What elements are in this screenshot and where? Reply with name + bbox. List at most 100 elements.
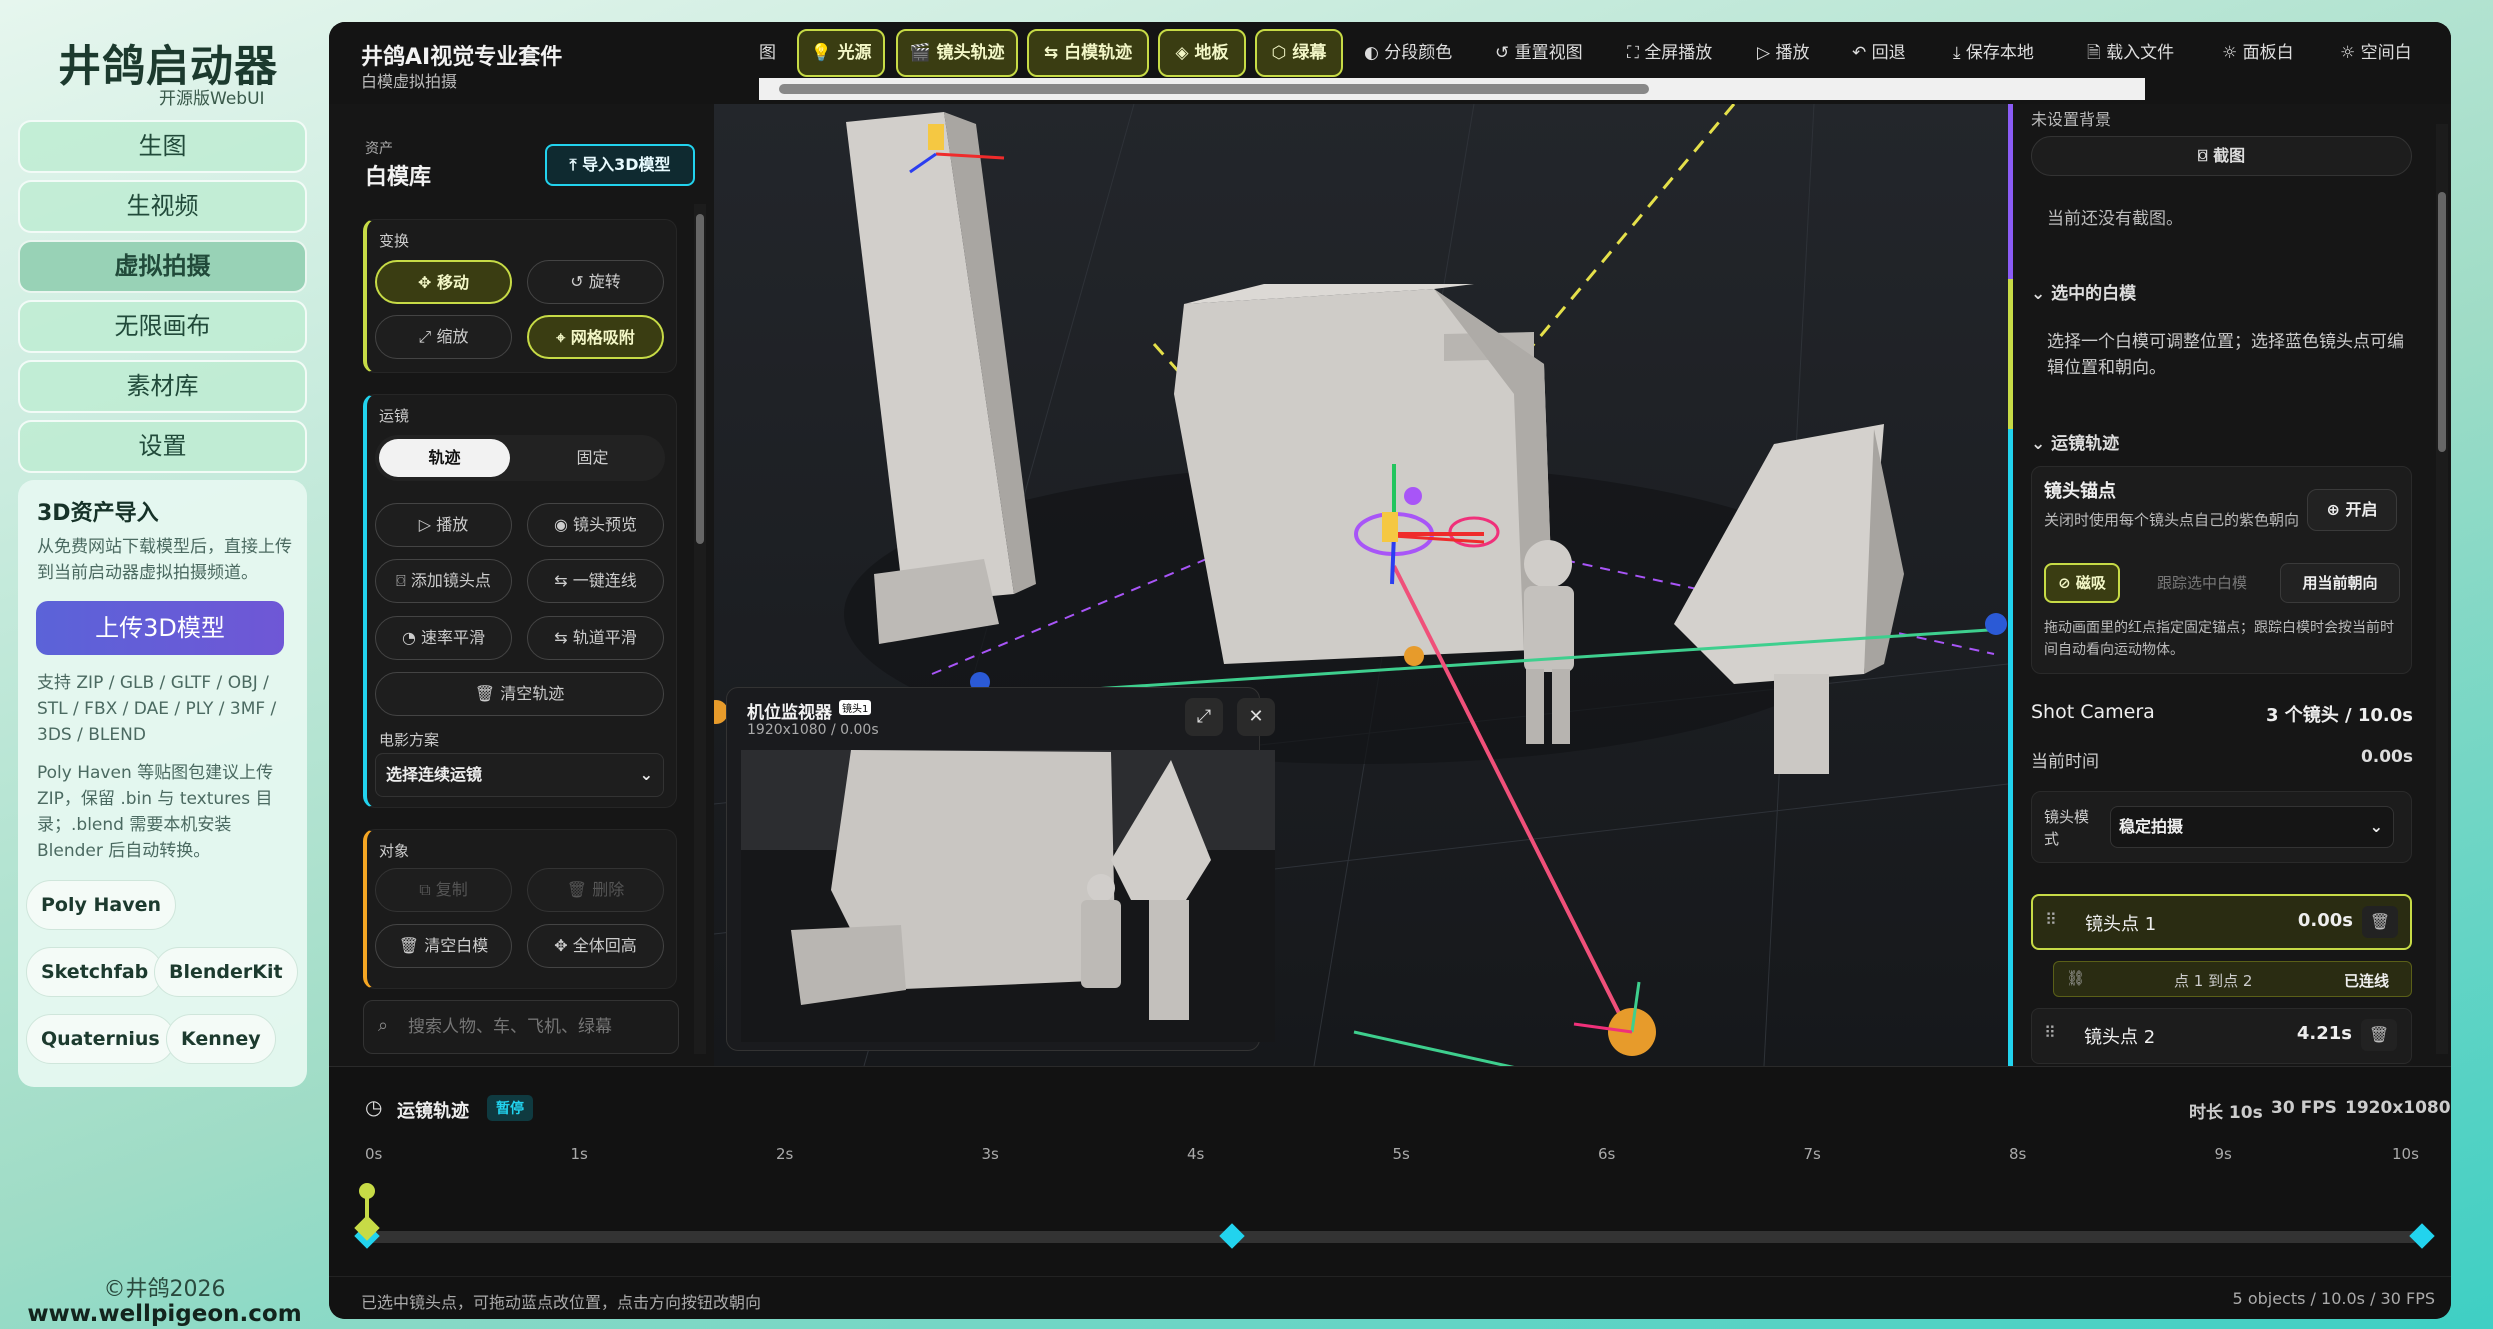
eye-icon: ◉ [553,515,574,534]
magnet-button[interactable]: ⊘ 磁吸 [2044,563,2120,603]
cube-icon: ⬡ [1271,43,1293,63]
film-plan-select[interactable]: 选择连续运镜 ⌄ [375,753,664,797]
move-button[interactable]: ✥ 移动 [375,260,512,304]
greenscreen-toggle[interactable]: ⬡ 绿幕 [1255,29,1343,77]
no-screenshots: 当前还没有截图。 [2047,209,2183,229]
save-local-button[interactable]: ⤓ 保存本地 [1953,30,2034,76]
nav-virtual-shoot[interactable]: 虚拟拍摄 [18,240,307,293]
load-file-button[interactable]: 🗎 载入文件 [2087,30,2174,76]
chip-blenderkit[interactable]: BlenderKit [154,947,298,997]
asset-import-card: 3D资产导入 从免费网站下载模型后，直接上传到当前启动器虚拟拍摄频道。 上传3D… [18,480,307,1087]
close-icon[interactable]: ✕ [1237,698,1275,736]
timeline-tick-label: 4s [1187,1145,1205,1163]
camera-monitor[interactable]: 机位监视器 1920x1080 / 0.00s 镜头1 ⤢ ✕ [726,687,1275,1051]
chip-quaternius[interactable]: Quaternius [26,1014,175,1064]
light-toggle[interactable]: 💡 光源 [797,29,885,77]
nav-generate-image[interactable]: 生图 [18,120,307,173]
left-scrollbar[interactable] [694,204,706,1054]
trash-icon[interactable]: 🗑 [2361,1019,2397,1051]
track-mode-option[interactable]: 轨迹 [379,439,510,477]
asset-import-title: 3D资产导入 [37,501,159,526]
cursor-icon: ⌖ [556,328,571,347]
drag-handle-icon[interactable]: ⠿ [2045,910,2057,929]
screenshot-button[interactable]: ⌼ 截图 [2031,136,2412,176]
rotate-button[interactable]: ↺ 旋转 [527,260,664,304]
toolbar-scrollbar[interactable] [759,78,2145,100]
expand-icon[interactable]: ⤢ [1185,698,1223,736]
nav-generate-video[interactable]: 生视频 [18,180,307,233]
keyframe-marker[interactable] [2409,1223,2435,1249]
keyframe-layer[interactable] [329,1183,2451,1257]
play-icon: ▷ [418,515,437,534]
clear-track-button[interactable]: 🗑 清空轨迹 [375,672,664,716]
app-subtitle: 白模虚拟拍摄 [361,72,458,91]
track-smooth-button[interactable]: ⇆ 轨道平滑 [527,616,664,660]
playhead[interactable] [354,1183,380,1243]
grid-snap-button[interactable]: ⌖ 网格吸附 [527,315,664,359]
chip-poly-haven[interactable]: Poly Haven [26,880,177,930]
fixed-mode-option[interactable]: 固定 [527,439,658,477]
anchor-enable-button[interactable]: ⊕ 开启 [2307,489,2397,531]
right-scrollbar[interactable] [2436,124,2448,1054]
clear-models-button[interactable]: 🗑 清空白模 [375,924,512,968]
floor-label: 地板 [1194,43,1229,63]
light-label: 光源 [837,43,872,63]
floor-toggle[interactable]: ◈ 地板 [1158,29,1246,77]
use-current-direction-button[interactable]: 用当前朝向 [2280,563,2400,603]
move-icon: ✥ [418,273,437,292]
upload-3d-model-button[interactable]: 上传3D模型 [36,601,284,655]
nav-infinite-canvas[interactable]: 无限画布 [18,300,307,353]
center-all-button[interactable]: ✥ 全体回高 [527,924,664,968]
chevron-down-icon: ⌄ [2031,434,2052,454]
anchor-title: 镜头锚点 [2044,481,2116,502]
drag-handle-icon[interactable]: ⠿ [2044,1023,2056,1042]
scrollbar-thumb[interactable] [779,84,1649,94]
space-white-button[interactable]: ☼ 空间白 [2340,30,2412,76]
panel-white-button[interactable]: ☼ 面板白 [2222,30,2294,76]
selected-model-toggle[interactable]: ⌄ 选中的白模 [2031,279,2136,304]
transform-label: 变换 [379,232,410,250]
lens-preview-button[interactable]: ◉ 镜头预览 [527,503,664,547]
chip-sketchfab[interactable]: Sketchfab [26,947,164,997]
camera-mode-select[interactable]: 稳定拍摄 ⌄ [2110,806,2394,848]
scale-button[interactable]: ⤢ 缩放 [375,315,512,359]
motion-section: 运镜 轨迹 固定 ▷ 播放 ◉ 镜头预览 ⌼ 添加镜头点 ⇆ 一键连线 ◔ 速率… [363,394,677,808]
fullscreen-play-button[interactable]: ⛶ 全屏播放 [1627,30,1712,76]
left-scrollbar-thumb[interactable] [696,214,704,544]
track-mode-switch[interactable]: 轨迹 固定 [375,435,665,481]
nav-settings[interactable]: 设置 [18,420,307,473]
segment-color-button[interactable]: ◐ 分段颜色 [1364,30,1452,76]
camera-track-section-toggle[interactable]: ⌄ 运镜轨迹 [2031,429,2119,454]
camera-point-row[interactable]: ⠿ 镜头点 1 0.00s 🗑 [2031,894,2412,950]
trash-icon[interactable]: 🗑 [2362,906,2398,938]
undo-button[interactable]: ↶ 回退 [1852,30,1906,76]
import-3d-model-button[interactable]: ⤒ 导入3D模型 [545,144,695,186]
magnet-label: 磁吸 [2075,574,2106,592]
nav-asset-library[interactable]: 素材库 [18,360,307,413]
camera-point-row[interactable]: ⠿ 镜头点 2 4.21s 🗑 [2031,1008,2412,1064]
shot-count: 3 个镜头 / 10.0s [2265,705,2413,726]
right-scrollbar-thumb[interactable] [2438,192,2446,452]
website-url[interactable]: www.wellpigeon.com [0,1301,329,1327]
camera-point-time: 0.00s [2297,910,2353,931]
object-section: 对象 ⧉ 复制 🗑 删除 🗑 清空白模 ✥ 全体回高 [363,829,677,989]
search-input[interactable] [408,1009,668,1045]
trash-icon: 🗑 [474,684,501,703]
camera-link-row[interactable]: ⛓ 点 1 到点 2 已连线 [2053,961,2412,997]
chip-kenney[interactable]: Kenney [166,1014,276,1064]
follow-selected-button[interactable]: 跟踪选中白模 [2132,563,2272,603]
motion-play-button[interactable]: ▷ 播放 [375,503,512,547]
model-track-toggle[interactable]: ⇆ 白模轨迹 [1027,29,1149,77]
auto-link-button[interactable]: ⇆ 一键连线 [527,559,664,603]
copy-button[interactable]: ⧉ 复制 [375,868,512,912]
reset-view-button[interactable]: ↺ 重置视图 [1495,30,1583,76]
model-search[interactable]: ⌕ [363,1000,679,1054]
camera-track-toggle[interactable]: 🎬 镜头轨迹 [896,29,1018,77]
speed-smooth-button[interactable]: ◔ 速率平滑 [375,616,512,660]
play-button[interactable]: ▷ 播放 [1757,30,1809,76]
3d-viewport[interactable]: 机位监视器 1920x1080 / 0.00s 镜头1 ⤢ ✕ [714,104,2008,1066]
add-camera-point-button[interactable]: ⌼ 添加镜头点 [375,559,512,603]
toolbar-partial-item[interactable]: 图 [759,30,776,76]
delete-button[interactable]: 🗑 删除 [527,868,664,912]
keyframe-marker[interactable] [1219,1223,1245,1249]
